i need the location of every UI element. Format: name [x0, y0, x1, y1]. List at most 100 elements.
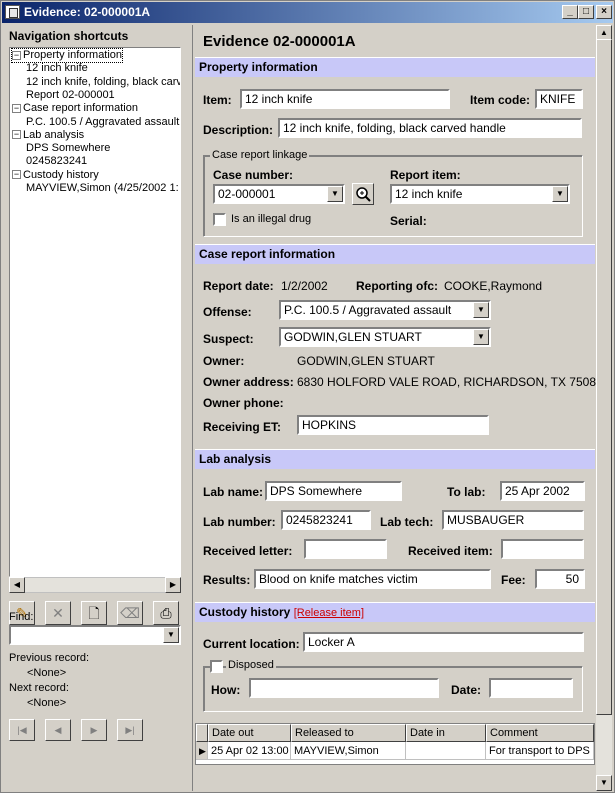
row-selector-icon[interactable]: ▶: [196, 742, 208, 760]
description-input[interactable]: 12 inch knife, folding, black carved han…: [278, 118, 582, 138]
printer-icon: ⎙: [160, 605, 172, 621]
owner-phone-label: Owner phone:: [203, 396, 284, 410]
disposed-date-input[interactable]: [489, 678, 573, 698]
scroll-left-arrow-icon[interactable]: ◀: [9, 577, 25, 593]
custody-history-grid[interactable]: Date out Released to Date in Comment ▶ 25 Apr…: [195, 723, 595, 765]
grid-column-header[interactable]: Date in: [406, 724, 486, 742]
tree-group[interactable]: − Case report information: [12, 102, 138, 115]
prev-record-button[interactable]: ◀: [45, 719, 71, 741]
collapse-icon[interactable]: −: [12, 103, 21, 113]
collapse-icon[interactable]: −: [12, 50, 21, 60]
maximize-button[interactable]: □: [578, 5, 594, 19]
item-input[interactable]: 12 inch knife: [240, 89, 450, 109]
fee-label: Fee:: [501, 573, 526, 587]
illegal-drug-label: Is an illegal drug: [231, 213, 312, 225]
grid-cell[interactable]: 25 Apr 02 13:00: [208, 742, 291, 760]
received-letter-input[interactable]: [304, 539, 387, 559]
tree-label: 12 inch knife, folding, black carv: [26, 75, 181, 88]
window-title: Evidence: 02-000001A: [24, 5, 151, 19]
tree-group[interactable]: − Custody history: [12, 169, 99, 182]
dropdown-arrow-icon[interactable]: ▼: [552, 186, 568, 202]
dropdown-arrow-icon[interactable]: ▼: [327, 186, 343, 202]
current-location-label: Current location:: [203, 637, 300, 651]
scroll-down-arrow-icon[interactable]: ▼: [596, 775, 612, 791]
receiving-et-input[interactable]: HOPKINS: [297, 415, 489, 435]
lookup-case-button[interactable]: [352, 183, 374, 205]
navigation-pane: Navigation shortcuts − Property informati…: [5, 25, 189, 791]
lab-number-input[interactable]: 0245823241: [281, 510, 371, 530]
owner-address-label: Owner address:: [203, 375, 294, 389]
navigation-tree[interactable]: − Property information 12 inch knife 12 inc…: [9, 47, 181, 577]
case-number-combobox[interactable]: 02-000001 ▼: [213, 184, 345, 204]
dropdown-arrow-icon[interactable]: ▼: [163, 627, 179, 643]
tree-item[interactable]: Report 02-000001: [26, 89, 115, 102]
tree-label: Lab analysis: [23, 128, 85, 141]
custody-history-section-header: Custody history [Release item]: [195, 602, 595, 622]
fee-input[interactable]: 50: [535, 569, 585, 589]
grid-corner: [196, 724, 208, 742]
current-location-input[interactable]: Locker A: [303, 632, 584, 652]
dropdown-arrow-icon[interactable]: ▼: [473, 302, 489, 318]
reporting-officer-value: COOKE,Raymond: [444, 279, 543, 293]
report-date-value: 1/2/2002: [281, 279, 328, 293]
item-code-input[interactable]: KNIFE: [535, 89, 583, 109]
tree-item[interactable]: 12 inch knife: [26, 62, 88, 75]
grid-column-header[interactable]: Released to: [291, 724, 406, 742]
tree-group[interactable]: − Property information: [10, 48, 124, 63]
tree-item[interactable]: 0245823241: [26, 155, 87, 168]
navigation-title: Navigation shortcuts: [9, 29, 129, 43]
close-button[interactable]: ×: [596, 5, 612, 19]
print-button[interactable]: ⎙: [153, 601, 179, 625]
reporting-officer-label: Reporting ofc:: [356, 279, 438, 293]
lab-name-input[interactable]: DPS Somewhere: [265, 481, 402, 501]
results-input[interactable]: Blood on knife matches victim: [254, 569, 491, 589]
tree-group[interactable]: − Lab analysis: [12, 129, 84, 142]
scroll-thumb[interactable]: [596, 39, 612, 715]
minimize-button[interactable]: _: [562, 5, 578, 19]
grid-column-header[interactable]: Date out: [208, 724, 291, 742]
erase-button[interactable]: ⌫: [117, 601, 143, 625]
first-record-button[interactable]: |◀: [9, 719, 35, 741]
find-combobox[interactable]: ▼: [9, 625, 181, 645]
grid-column-header[interactable]: Comment: [486, 724, 594, 742]
receiving-et-label: Receiving ET:: [203, 420, 282, 434]
collapse-icon[interactable]: −: [12, 170, 21, 180]
illegal-drug-checkbox[interactable]: [213, 213, 226, 226]
to-lab-input[interactable]: 25 Apr 2002: [500, 481, 585, 501]
how-input[interactable]: [249, 678, 439, 698]
offense-combobox[interactable]: P.C. 100.5 / Aggravated assault ▼: [279, 300, 491, 320]
dropdown-arrow-icon[interactable]: ▼: [473, 329, 489, 345]
report-item-label: Report item:: [390, 168, 461, 182]
title-bar: Evidence: 02-000001A _ □ ×: [2, 2, 613, 23]
results-label: Results:: [203, 573, 251, 587]
suspect-combobox[interactable]: GODWIN,GLEN STUART ▼: [279, 327, 491, 347]
received-item-input[interactable]: [501, 539, 584, 559]
tree-item[interactable]: 12 inch knife, folding, black carv: [26, 75, 181, 89]
release-item-link[interactable]: [Release item]: [294, 607, 364, 619]
new-record-button[interactable]: 🗋: [81, 601, 107, 625]
grid-cell[interactable]: [406, 742, 486, 760]
grid-cell[interactable]: MAYVIEW,Simon: [291, 742, 406, 760]
last-record-button[interactable]: ▶|: [117, 719, 143, 741]
tree-horizontal-scrollbar[interactable]: ◀ ▶: [9, 577, 181, 593]
detail-vertical-scrollbar[interactable]: ▲ ▼: [596, 25, 612, 791]
tree-label: P.C. 100.5 / Aggravated assault: [26, 115, 180, 128]
new-document-icon: 🗋: [88, 605, 100, 621]
next-record-label: Next record:: [9, 682, 69, 694]
lab-tech-input[interactable]: MUSBAUGER: [442, 510, 584, 530]
tree-label: Custody history: [23, 168, 99, 181]
scroll-right-arrow-icon[interactable]: ▶: [165, 577, 181, 593]
evidence-detail-pane: Evidence 02-000001A Property information…: [192, 25, 596, 791]
disposed-checkbox[interactable]: [210, 660, 223, 673]
tree-item[interactable]: P.C. 100.5 / Aggravated assault: [26, 116, 179, 129]
delete-button[interactable]: ✕: [45, 601, 71, 625]
disposed-date-label: Date:: [451, 683, 482, 697]
collapse-icon[interactable]: −: [12, 130, 21, 140]
grid-cell[interactable]: For transport to DPS: [486, 742, 594, 760]
report-item-combobox[interactable]: 12 inch knife ▼: [390, 184, 570, 204]
magnifier-icon: [356, 187, 371, 202]
lab-name-label: Lab name:: [203, 485, 264, 499]
tree-item[interactable]: DPS Somewhere: [26, 142, 110, 155]
tree-item[interactable]: MAYVIEW,Simon (4/25/2002 1:: [26, 182, 179, 195]
next-record-button[interactable]: ▶: [81, 719, 107, 741]
